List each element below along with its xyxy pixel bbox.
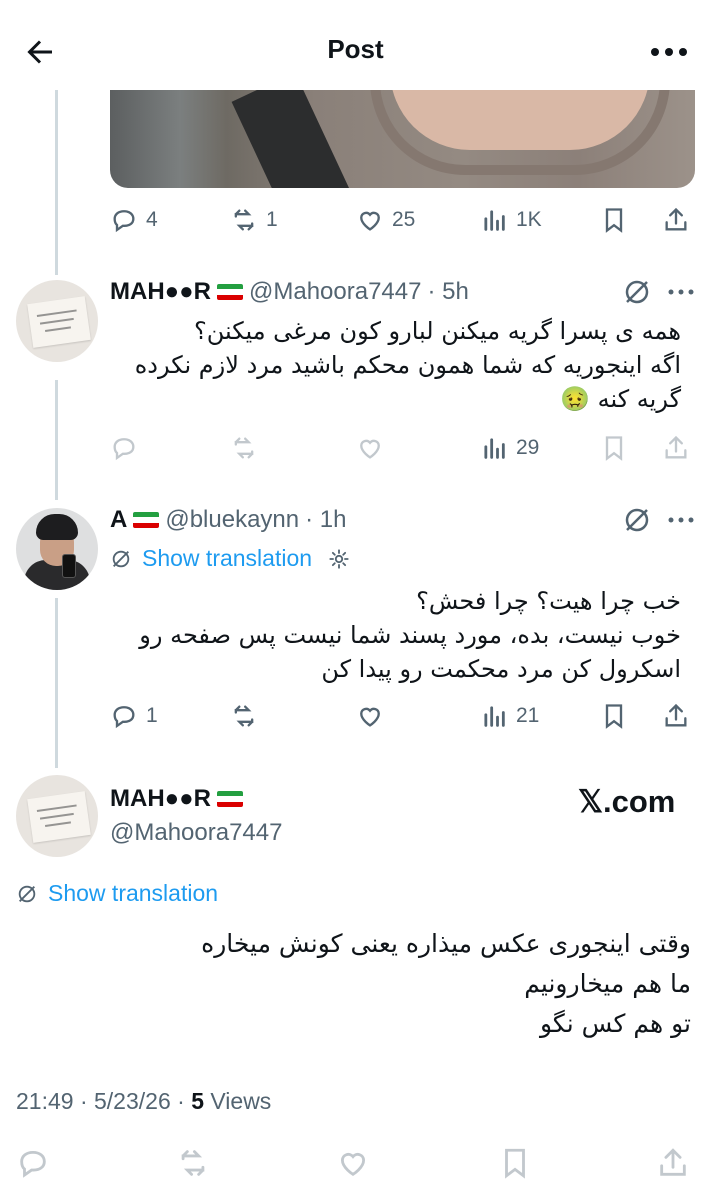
repost-count: 1 xyxy=(266,208,278,231)
display-name[interactable]: MAH●●R xyxy=(110,278,211,306)
heart-icon[interactable] xyxy=(336,1146,370,1180)
views-count: 5 xyxy=(191,1088,204,1114)
reply-icon xyxy=(113,438,135,461)
views-count: 21 xyxy=(516,704,540,727)
reply-icon xyxy=(113,210,135,233)
views-button[interactable]: 21 xyxy=(480,698,539,734)
reply-button[interactable]: 4 xyxy=(110,202,158,238)
share-icon[interactable] xyxy=(662,434,690,462)
reply-button[interactable] xyxy=(110,430,138,466)
reply-button[interactable]: 1 xyxy=(110,698,158,734)
heart-icon xyxy=(360,211,380,231)
thread-line xyxy=(55,598,58,768)
grok-icon[interactable] xyxy=(622,277,652,307)
reply-count: 1 xyxy=(146,704,158,727)
views-count: 1K xyxy=(516,208,542,231)
reply-icon[interactable] xyxy=(16,1146,50,1180)
reply-text: همه ی پسرا گریه میکنن لبارو کون مرغی میک… xyxy=(134,317,681,413)
x-watermark: 𝕏.com xyxy=(578,784,676,819)
views-label: Views xyxy=(203,1088,272,1114)
repost-icon xyxy=(234,209,254,231)
repost-icon[interactable] xyxy=(176,1146,210,1180)
views-chart-icon xyxy=(484,706,505,727)
grok-icon[interactable] xyxy=(622,505,652,535)
repost-button[interactable]: 1 xyxy=(230,202,278,238)
more-options-icon[interactable] xyxy=(667,510,695,530)
top-bar: Post xyxy=(0,0,711,90)
bookmark-icon[interactable] xyxy=(600,206,628,234)
thread-line xyxy=(55,380,58,500)
repost-button[interactable] xyxy=(230,430,258,466)
page-title: Post xyxy=(327,34,384,64)
share-icon[interactable] xyxy=(662,702,690,730)
post-time: · 5h xyxy=(427,278,469,305)
post-text: وقتی اینجوری عکس میذاره یعنی کونش میخاره… xyxy=(201,929,691,1038)
repost-icon xyxy=(234,437,254,459)
iran-flag-icon xyxy=(216,791,243,807)
share-icon[interactable] xyxy=(662,206,690,234)
handle[interactable]: @Mahoora7447 xyxy=(110,819,282,847)
reply-action-bar: 29 xyxy=(110,430,695,466)
reply-author-line: MAH●●R @Mahoora7447 · 5h xyxy=(110,275,469,309)
translate-icon xyxy=(112,550,130,567)
post-metadata: 21:49 · 5/23/26 · 5 Views xyxy=(16,1088,271,1115)
more-options-icon[interactable] xyxy=(667,282,695,302)
iran-flag-icon xyxy=(216,284,243,300)
reply-action-bar: 1 21 xyxy=(110,698,695,734)
post-timestamp: 21:49 · 5/23/26 · xyxy=(16,1088,192,1114)
handle[interactable]: @bluekaynn xyxy=(165,506,299,534)
handle[interactable]: @Mahoora7447 xyxy=(249,278,421,306)
iran-flag-icon xyxy=(133,512,160,528)
avatar[interactable] xyxy=(16,280,98,362)
like-button[interactable] xyxy=(356,430,384,466)
views-chart-icon xyxy=(484,210,505,231)
display-name[interactable]: A xyxy=(110,506,127,534)
repost-button[interactable] xyxy=(230,698,258,734)
like-button[interactable]: 25 xyxy=(356,202,415,238)
reply-icon xyxy=(113,706,135,729)
display-name[interactable]: MAH●●R xyxy=(110,785,211,813)
reply-text: خب چرا هیت؟ چرا فحش؟ خوب نیست، بده، مورد… xyxy=(139,587,681,683)
views-count: 29 xyxy=(516,436,540,459)
translate-icon xyxy=(18,885,36,902)
show-translation-link[interactable]: Show translation xyxy=(110,545,350,572)
reply-author-line: A @bluekaynn · 1h xyxy=(110,503,346,537)
post-image[interactable] xyxy=(110,90,695,188)
repost-icon xyxy=(234,705,254,727)
like-count: 25 xyxy=(392,208,416,231)
post-author-handle: @Mahoora7447 xyxy=(110,816,282,850)
heart-icon xyxy=(360,439,380,459)
like-button[interactable] xyxy=(356,698,384,734)
share-icon[interactable] xyxy=(656,1146,690,1180)
post-footer-actions xyxy=(0,1140,711,1190)
views-chart-icon xyxy=(484,438,505,459)
reply-count: 4 xyxy=(146,208,158,231)
views-button[interactable]: 29 xyxy=(480,430,539,466)
bookmark-icon[interactable] xyxy=(600,702,628,730)
settings-gear-icon[interactable] xyxy=(328,548,350,570)
avatar[interactable] xyxy=(16,775,98,857)
show-translation-link[interactable]: Show translation xyxy=(16,880,218,907)
bookmark-icon[interactable] xyxy=(600,434,628,462)
more-options-icon[interactable] xyxy=(649,40,689,64)
post-action-bar: 4 1 25 1K xyxy=(110,202,695,238)
post-author-name: MAH●●R xyxy=(110,782,243,816)
thread-line xyxy=(55,90,58,275)
views-button[interactable]: 1K xyxy=(480,202,542,238)
avatar[interactable] xyxy=(16,508,98,590)
post-time: · 1h xyxy=(305,506,347,533)
heart-icon xyxy=(360,707,380,727)
bookmark-icon[interactable] xyxy=(498,1146,532,1180)
